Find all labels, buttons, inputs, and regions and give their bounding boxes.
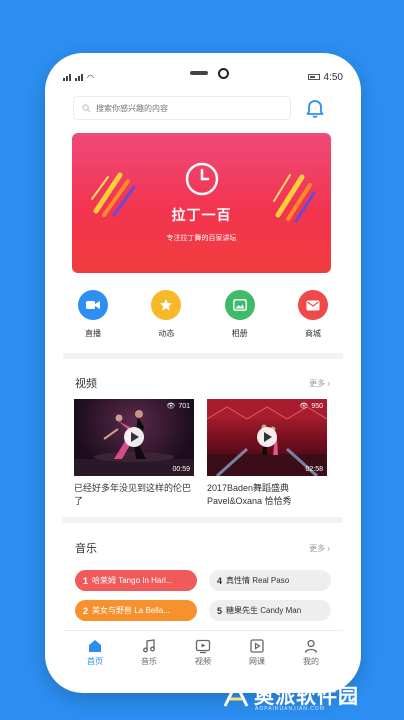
quick-label: 商城 — [304, 329, 321, 338]
star-icon — [151, 290, 182, 320]
image-icon — [224, 290, 255, 320]
quick-item-shop[interactable]: 商城 — [288, 290, 338, 348]
search-icon — [82, 103, 91, 112]
play-icon[interactable] — [124, 427, 144, 447]
clock-icon — [185, 162, 219, 196]
wifi-icon: ◠ — [87, 72, 94, 82]
view-count: 👁 950 — [299, 402, 323, 411]
tab-label: 首页 — [87, 657, 103, 666]
hero-banner[interactable]: 拉丁一百 专注拉丁舞的百家讲坛 — [72, 133, 331, 273]
logo-icon — [223, 682, 249, 707]
phone-frame: ◠ 4:50 搜索你感兴趣的内容 拉丁一百 专注拉丁舞的百家讲坛 直播 动态 相… — [45, 53, 361, 693]
music-rank: 2 — [83, 605, 89, 616]
video-duration: 02:58 — [305, 466, 323, 473]
bottom-tabbar: 首页 音乐 视频 网课 我的 — [63, 630, 343, 674]
tab-label: 音乐 — [141, 657, 157, 666]
user-icon — [304, 639, 318, 653]
tab-video[interactable]: 视频 — [183, 631, 223, 674]
music-item[interactable]: 4 真性情 Real Paso — [209, 570, 331, 591]
battery-icon — [307, 74, 320, 80]
video-thumbnail[interactable]: 👁 701 00:59 — [74, 399, 194, 476]
section-divider — [63, 353, 343, 359]
search-box[interactable] — [73, 96, 291, 120]
tab-label: 视频 — [195, 657, 211, 666]
music-title: 哈莱姆 Tango In Harl... — [92, 576, 173, 585]
music-more-label: 更多 — [309, 543, 326, 553]
tab-music[interactable]: 音乐 — [129, 631, 169, 674]
video-more-label: 更多 — [309, 378, 326, 388]
video-thumbnail[interactable]: 👁 950 02:58 — [207, 399, 327, 476]
quick-item-feed[interactable]: 动态 — [141, 290, 191, 348]
watermark-subtext: AOPAIRUANJIAN.COM — [255, 706, 325, 712]
video-section-header: 视频 更多 › — [75, 375, 330, 391]
watermark: 奥派软件园 AOPAIRUANJIAN.COM — [222, 680, 359, 712]
view-count-value: 950 — [311, 402, 323, 410]
quick-label: 相册 — [231, 329, 248, 338]
music-more-link[interactable]: 更多 › — [309, 543, 330, 554]
video-camera-icon — [78, 290, 108, 320]
quick-actions: 直播 动态 相册 商城 — [68, 290, 338, 348]
music-note-icon — [143, 639, 155, 653]
quick-label: 直播 — [85, 329, 101, 338]
tab-label: 我的 — [303, 657, 319, 666]
search-input[interactable] — [96, 103, 276, 113]
music-rank: 5 — [217, 605, 223, 616]
eye-icon: 👁 — [299, 403, 309, 410]
eye-icon: 👁 — [166, 403, 176, 410]
view-count: 👁 701 — [166, 402, 190, 411]
quick-item-live[interactable]: 直播 — [68, 290, 118, 348]
quick-item-album[interactable]: 相册 — [215, 290, 265, 348]
search-row — [73, 95, 343, 121]
music-rank: 4 — [217, 575, 223, 586]
banner-title: 拉丁一百 — [171, 207, 232, 223]
watermark-text: 奥派软件园 — [254, 686, 359, 708]
music-section-title: 音乐 — [75, 543, 97, 555]
banner-subtitle: 专注拉丁舞的百家讲坛 — [166, 235, 237, 242]
video-card[interactable]: 👁 701 00:59 已经好多年没见到这样的伦巴了 — [74, 399, 194, 508]
video-more-link[interactable]: 更多 › — [309, 378, 330, 389]
tab-label: 网课 — [249, 657, 265, 666]
clock-time: 4:50 — [323, 71, 343, 83]
music-title: 糖果先生 Candy Man — [226, 606, 302, 615]
video-duration: 00:59 — [172, 466, 190, 473]
music-item[interactable]: 2 美女与野兽 La Bella... — [75, 600, 197, 621]
video-title[interactable]: 已经好多年没见到这样的伦巴了 — [74, 482, 194, 508]
play-box-icon — [195, 639, 211, 654]
video-title[interactable]: 2017Baden舞蹈盛典 Pavel&Oxana 恰恰秀 — [207, 482, 327, 508]
signal-icon — [63, 73, 71, 81]
speaker-icon — [189, 71, 208, 75]
tab-home[interactable]: 首页 — [75, 631, 115, 674]
signal-icon-2 — [75, 73, 83, 81]
music-rank: 1 — [83, 575, 89, 586]
status-right: 4:50 — [307, 71, 343, 83]
music-title: 真性情 Real Paso — [226, 576, 290, 585]
mail-icon — [297, 290, 328, 320]
video-card[interactable]: 👁 950 02:58 2017Baden舞蹈盛典 Pavel&Oxana 恰恰秀 — [207, 399, 327, 508]
view-count-value: 701 — [178, 402, 190, 410]
section-divider — [63, 517, 343, 523]
home-icon — [89, 640, 101, 652]
music-title: 美女与野兽 La Bella... — [92, 606, 170, 615]
music-section-header: 音乐 更多 › — [75, 540, 330, 556]
tab-profile[interactable]: 我的 — [291, 631, 331, 674]
tab-classes[interactable]: 网课 — [237, 631, 277, 674]
music-item[interactable]: 1 哈莱姆 Tango In Harl... — [75, 570, 197, 591]
music-item[interactable]: 5 糖果先生 Candy Man — [209, 600, 331, 621]
camera-icon — [217, 67, 229, 79]
bell-icon[interactable] — [303, 97, 327, 119]
video-section-title: 视频 — [75, 378, 97, 390]
signal-indicators: ◠ — [63, 73, 94, 82]
play-icon[interactable] — [257, 427, 277, 447]
class-icon — [250, 639, 264, 653]
camera-notch — [187, 65, 231, 81]
quick-label: 动态 — [158, 329, 175, 338]
